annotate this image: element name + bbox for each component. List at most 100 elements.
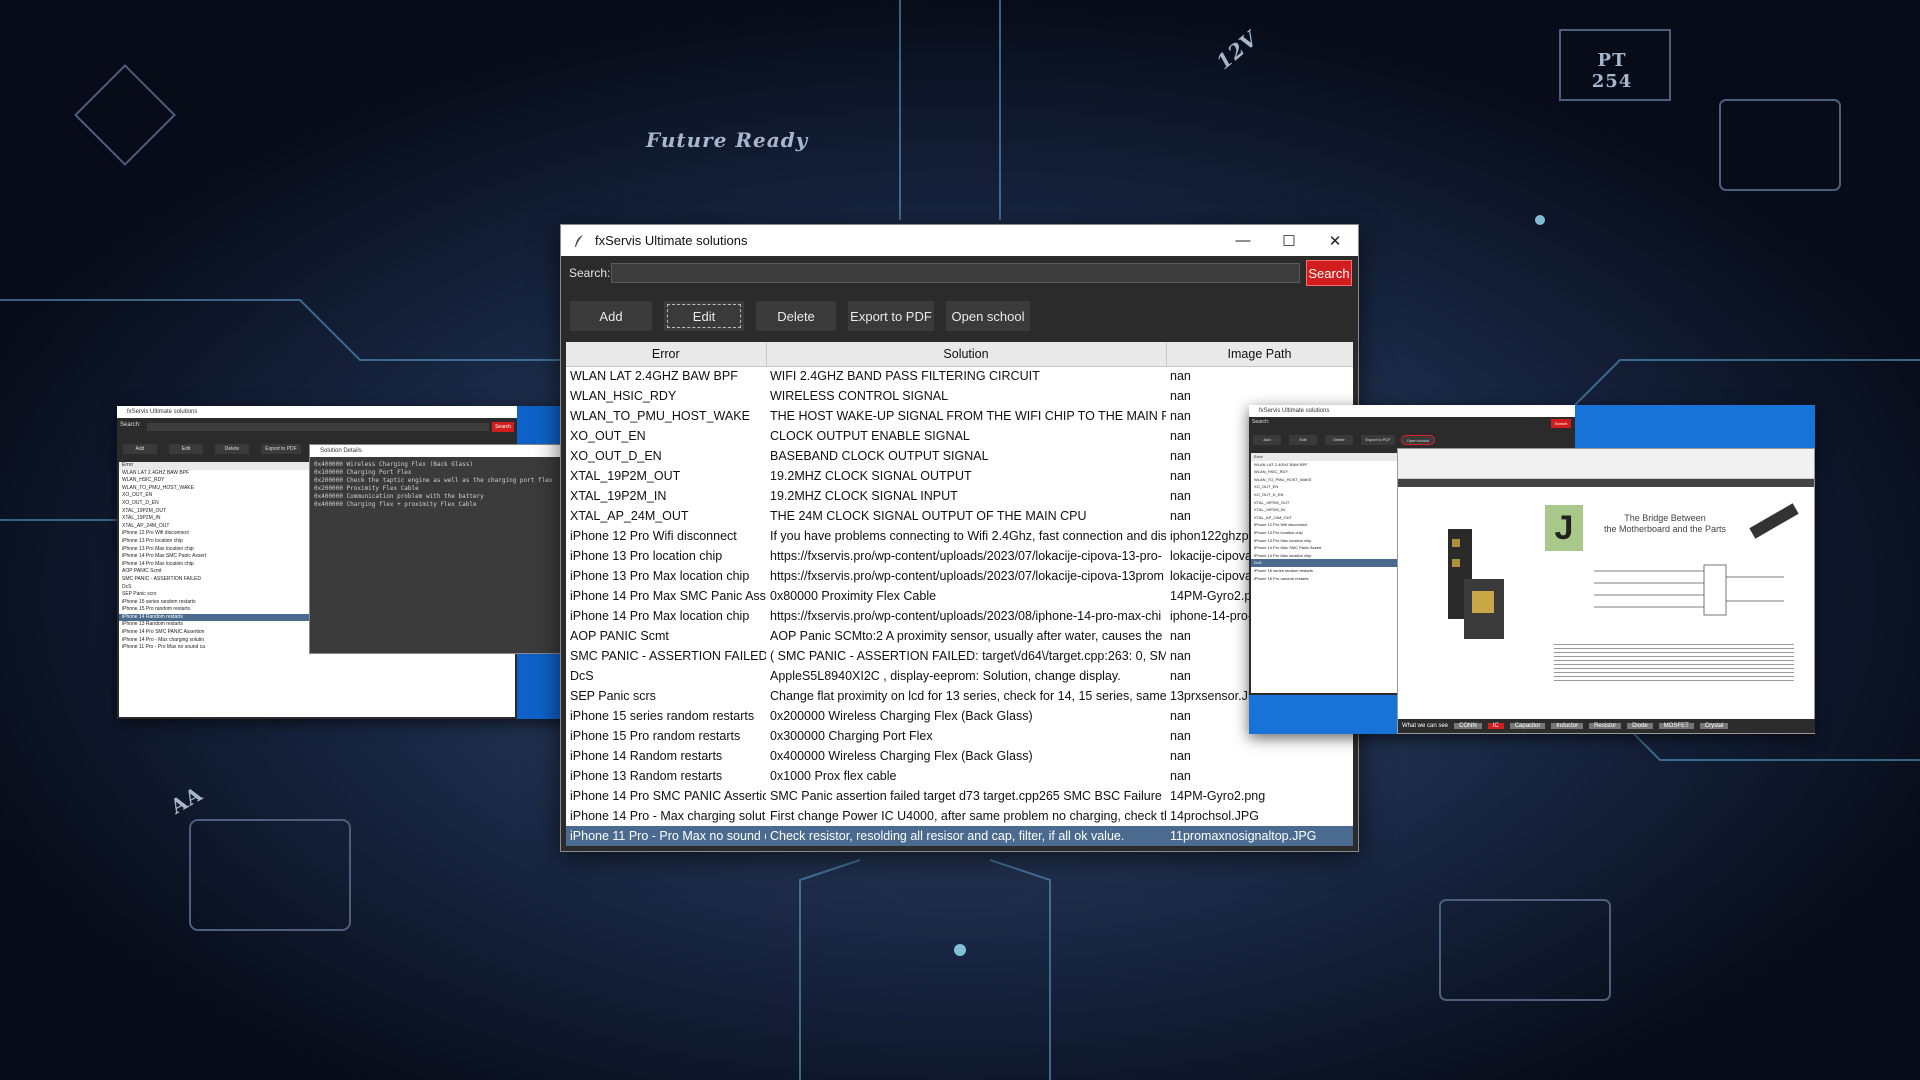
thumbnail-table-row: XO_OUT_D_EN [1254, 491, 1284, 497]
thumbnail-table-row: iPhone 15 Pro random restarts [1254, 575, 1309, 581]
window-titlebar: fxServis Ultimate solutions — ☐ ✕ [561, 225, 1358, 256]
pdf-heading-line: the Motherboard and the Parts [1603, 524, 1727, 534]
table-row[interactable]: iPhone 14 Pro SMC PANIC Assertion SMC Pan… [566, 786, 1353, 806]
thumbnail-open-school-button: Open school [1401, 435, 1435, 445]
open-school-button[interactable]: Open school [946, 301, 1030, 331]
pdf-heading-line: The Bridge Between [1624, 513, 1706, 523]
table-row[interactable]: XO_OUT_EN CLOCK OUTPUT ENABLE SIGNAL nan [566, 426, 1353, 446]
thumbnail-table-row: iPhone 14 Pro Max SMC Panic Assert [1254, 545, 1322, 551]
edit-button[interactable]: Edit [664, 301, 744, 331]
thumbnail-table-row: iPhone 13 Pro location chip [1254, 529, 1303, 535]
pdf-legend-bar: What we can see CONN IC Capacitor Induct… [1398, 719, 1815, 733]
motherboard-illustration [1448, 529, 1504, 639]
table-row[interactable]: iPhone 13 Random restarts 0x1000 Prox fle… [566, 766, 1353, 786]
maximize-button[interactable]: ☐ [1266, 225, 1312, 256]
table-row[interactable]: iPhone 11 Pro - Pro Max no sound ca Check… [566, 826, 1353, 846]
table-row[interactable]: XTAL_AP_24M_OUT THE 24M CLOCK SIGNAL OUTP… [566, 506, 1353, 526]
image-path-cell: nan [1170, 769, 1191, 783]
table-header-row: Error Solution Image Path [566, 342, 1353, 367]
table-row[interactable]: iPhone 15 series random restarts 0x200000… [566, 706, 1353, 726]
column-header-solution[interactable]: Solution [766, 342, 1167, 367]
wallpaper-slogan: Future Ready [646, 128, 809, 152]
thumbnail-table-row-selected: DcS [1251, 559, 1401, 567]
error-cell: iPhone 14 Random restarts [570, 749, 723, 763]
error-cell: WLAN_HSIC_RDY [570, 389, 677, 403]
table-row[interactable]: SMC PANIC - ASSERTION FAILED ( SMC PANIC … [566, 646, 1353, 666]
table-row[interactable]: DcS AppleS5L8940XI2C , display-eeprom: So… [566, 666, 1353, 686]
table-row[interactable]: iPhone 13 Pro Max location chip https://f… [566, 566, 1353, 586]
table-row[interactable]: XTAL_19P2M_OUT 19.2MHZ CLOCK SIGNAL OUTPU… [566, 466, 1353, 486]
thumbnail-details-title: Solution Details [310, 445, 580, 457]
thumbnail-delete-button: Delete [215, 444, 249, 454]
thumbnail-table-row: XO_OUT_EN [1254, 484, 1279, 490]
pdf-legend-item: Diode [1627, 723, 1653, 729]
window-title: fxServis Ultimate solutions [595, 233, 748, 248]
error-cell: XTAL_AP_24M_OUT [570, 509, 689, 523]
thumbnail-pdf-page: J The Bridge Between the Motherboard and… [1404, 491, 1808, 719]
error-cell: iPhone 14 Pro - Max charging solutio [570, 809, 766, 823]
solutions-table[interactable]: Error Solution Image Path WLAN LAT 2.4GH… [566, 342, 1353, 846]
table-row[interactable]: iPhone 14 Pro Max location chip https://f… [566, 606, 1353, 626]
error-cell: iPhone 14 Pro Max location chip [570, 609, 750, 623]
table-row[interactable]: WLAN_HSIC_RDY WIRELESS CONTROL SIGNAL nan [566, 386, 1353, 406]
error-cell: SEP Panic scrs [570, 689, 656, 703]
solution-cell: 0x400000 Wireless Charging Flex (Back Gl… [770, 749, 1033, 763]
pdf-legend-item: IC [1487, 723, 1504, 729]
table-row[interactable]: iPhone 14 Pro Max SMC Panic Assert 0x8000… [566, 586, 1353, 606]
solution-cell: First change Power IC U4000, after same … [770, 809, 1166, 823]
minimize-button[interactable]: — [1220, 225, 1266, 256]
table-row[interactable]: SEP Panic scrs Change flat proximity on l… [566, 686, 1353, 706]
thumbnail-pdf-viewer-window: J The Bridge Between the Motherboard and… [1397, 448, 1815, 734]
thumbnail-search-label: Search: [1252, 419, 1270, 425]
screenshot-thumbnail-right: fxServis Ultimate solutions Search: Sear… [1249, 405, 1815, 734]
solution-cell: 0x200000 Wireless Charging Flex (Back Gl… [770, 709, 1033, 723]
solution-cell: CLOCK OUTPUT ENABLE SIGNAL [770, 429, 970, 443]
thumbnail-table-row: WLAN LAT 2.4GHZ BAW BPF [1254, 461, 1308, 467]
image-path-cell: 14PM-Gyro2.png [1170, 789, 1266, 803]
thumbnail-details-line: 0x200000 Check the taptic engine as well… [314, 477, 553, 484]
error-cell: iPhone 15 Pro random restarts [570, 729, 741, 743]
error-cell: DcS [570, 669, 594, 683]
schematic-illustration [1594, 564, 1784, 616]
pdf-legend-item: CONN [1454, 723, 1482, 729]
column-header-error[interactable]: Error [566, 342, 767, 367]
table-row[interactable]: iPhone 13 Pro location chip https://fxser… [566, 546, 1353, 566]
image-path-cell: 11promaxnosignaltop.JPG [1166, 826, 1353, 846]
table-row[interactable]: iPhone 14 Random restarts 0x400000 Wirele… [566, 746, 1353, 766]
delete-button[interactable]: Delete [756, 301, 836, 331]
table-row[interactable]: WLAN_TO_PMU_HOST_WAKE THE HOST WAKE-UP SI… [566, 406, 1353, 426]
solution-cell: WIFI 2.4GHZ BAND PASS FILTERING CIRCUIT [770, 369, 1040, 384]
export-to-pdf-button[interactable]: Export to PDF [848, 301, 934, 331]
error-cell: iPhone 15 series random restarts [570, 709, 755, 723]
table-row[interactable]: WLAN LAT 2.4GHZ BAW BPF WIFI 2.4GHZ BAND … [566, 366, 1353, 386]
search-button[interactable]: Search [1306, 260, 1352, 286]
thumbnail-table-row: XTAL_19P2M_OUT [1254, 499, 1290, 505]
thumbnail-add-button: Add [123, 444, 157, 454]
error-cell: iPhone 14 Pro Max SMC Panic Assert [570, 589, 766, 603]
column-header-image-path[interactable]: Image Path [1166, 342, 1353, 367]
wallpaper-chip-label: PT 254 [1591, 50, 1633, 92]
solution-cell: 0x300000 Charging Port Flex [770, 729, 933, 743]
image-path-cell: 14prochsol.JPG [1170, 809, 1259, 823]
table-row[interactable]: AOP PANIC Scmt AOP Panic SCMto:2 A proxim… [566, 626, 1353, 646]
error-cell: XO_OUT_EN [570, 429, 646, 443]
add-button[interactable]: Add [570, 301, 652, 331]
pdf-heading: The Bridge Between the Motherboard and t… [1590, 513, 1740, 535]
pdf-legend-caption: What we can see [1402, 723, 1449, 729]
error-cell: iPhone 14 Pro SMC PANIC Assertion [570, 789, 766, 803]
thumbnail-table-header: Error [1251, 453, 1401, 461]
search-input[interactable] [611, 263, 1300, 283]
table-row[interactable]: XO_OUT_D_EN BASEBAND CLOCK OUTPUT SIGNAL n… [566, 446, 1353, 466]
table-row[interactable]: iPhone 12 Pro Wifi disconnect If you have… [566, 526, 1353, 546]
error-cell: WLAN LAT 2.4GHZ BAW BPF [570, 369, 738, 384]
thumbnail-browser-toolbar [1398, 449, 1814, 479]
table-row[interactable]: iPhone 15 Pro random restarts 0x300000 Ch… [566, 726, 1353, 746]
feather-icon [571, 233, 587, 249]
image-path-cell: nan [1170, 369, 1191, 384]
solution-cell: 19.2MHZ CLOCK SIGNAL INPUT [770, 489, 958, 503]
table-row[interactable]: iPhone 14 Pro - Max charging solutio Firs… [566, 806, 1353, 826]
solution-cell: AppleS5L8940XI2C , display-eeprom: Solut… [770, 669, 1121, 683]
table-row[interactable]: XTAL_19P2M_IN 19.2MHZ CLOCK SIGNAL INPUT n… [566, 486, 1353, 506]
close-button[interactable]: ✕ [1312, 225, 1358, 256]
thumbnail-window-title: fxServis Ultimate solutions [1249, 405, 1575, 417]
